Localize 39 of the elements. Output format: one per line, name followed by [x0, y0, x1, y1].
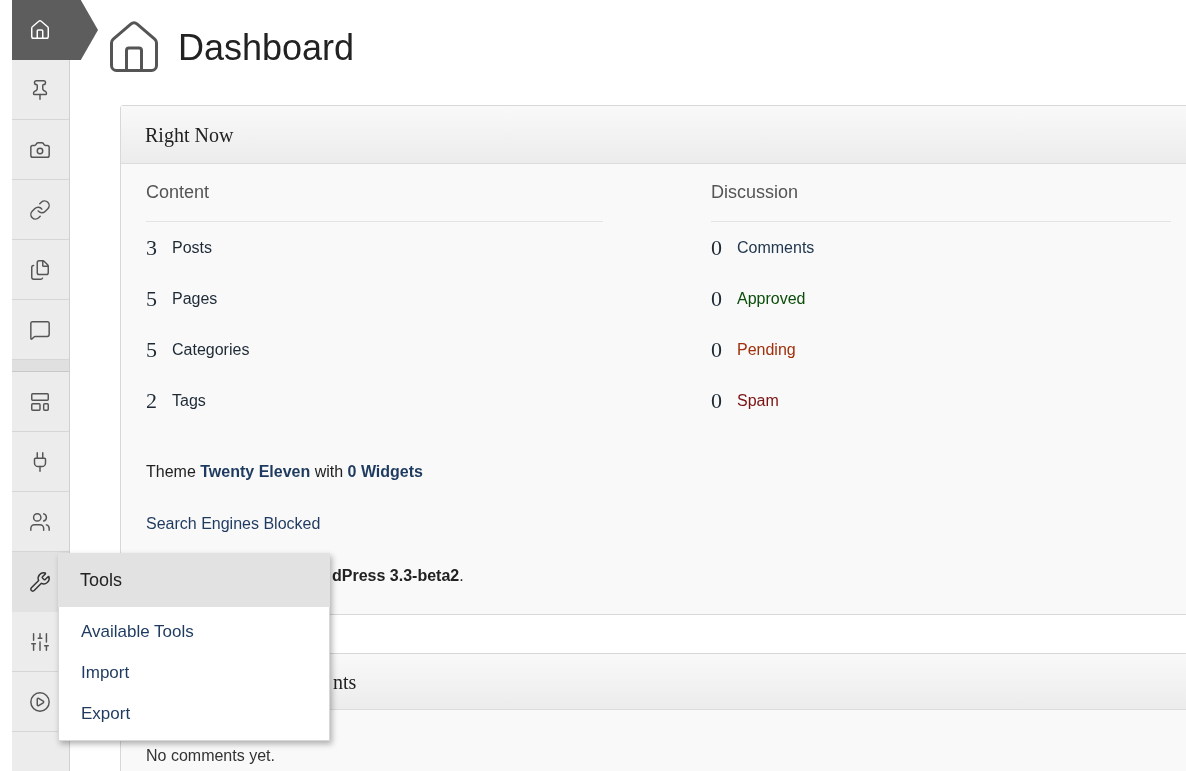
- stat-link[interactable]: Posts: [172, 235, 212, 260]
- flyout-header[interactable]: Tools: [58, 553, 330, 607]
- flyout-item[interactable]: Export: [59, 693, 329, 734]
- column-heading: Discussion: [711, 181, 799, 204]
- count: 0: [711, 234, 723, 262]
- flyout-item[interactable]: Import: [59, 652, 329, 693]
- count: 5: [146, 336, 158, 364]
- stat-link[interactable]: Spam: [737, 388, 779, 413]
- version-info: dPress 3.3-beta2.: [332, 566, 464, 586]
- stat-link[interactable]: Tags: [172, 388, 206, 413]
- count: 0: [711, 387, 723, 415]
- stat-link[interactable]: Approved: [737, 286, 806, 311]
- layout-icon: [29, 390, 51, 413]
- sidebar-item[interactable]: [12, 0, 98, 60]
- theme-info: Theme Twenty Eleven with 0 Widgets: [146, 462, 423, 482]
- stat-link[interactable]: Pending: [737, 337, 796, 362]
- column-heading: Content: [146, 181, 210, 204]
- count: 5: [146, 285, 158, 313]
- speech-bubble-icon: [29, 318, 51, 341]
- count: 0: [711, 336, 723, 364]
- documents-icon: [29, 258, 51, 281]
- empty-message: No comments yet.: [146, 747, 275, 764]
- wrench-icon: [29, 571, 51, 593]
- count: 0: [711, 285, 723, 313]
- sliders-icon: [29, 630, 51, 653]
- flyout-item[interactable]: Available Tools: [59, 611, 329, 652]
- play-icon: [29, 690, 51, 713]
- search-engines-link[interactable]: Search Engines Blocked: [146, 512, 321, 536]
- stat-link[interactable]: Comments: [737, 235, 815, 260]
- page-title: Dashboard: [178, 25, 355, 70]
- panel-title: nts: [333, 669, 357, 695]
- count: 2: [146, 387, 158, 415]
- users-icon: [29, 510, 51, 533]
- link-icon: [29, 198, 51, 221]
- panel-title: Right Now: [145, 122, 234, 149]
- count: 3: [146, 234, 158, 262]
- stat-link[interactable]: Pages: [172, 286, 218, 311]
- stat-link[interactable]: Categories: [172, 337, 250, 362]
- house-icon: [29, 19, 51, 41]
